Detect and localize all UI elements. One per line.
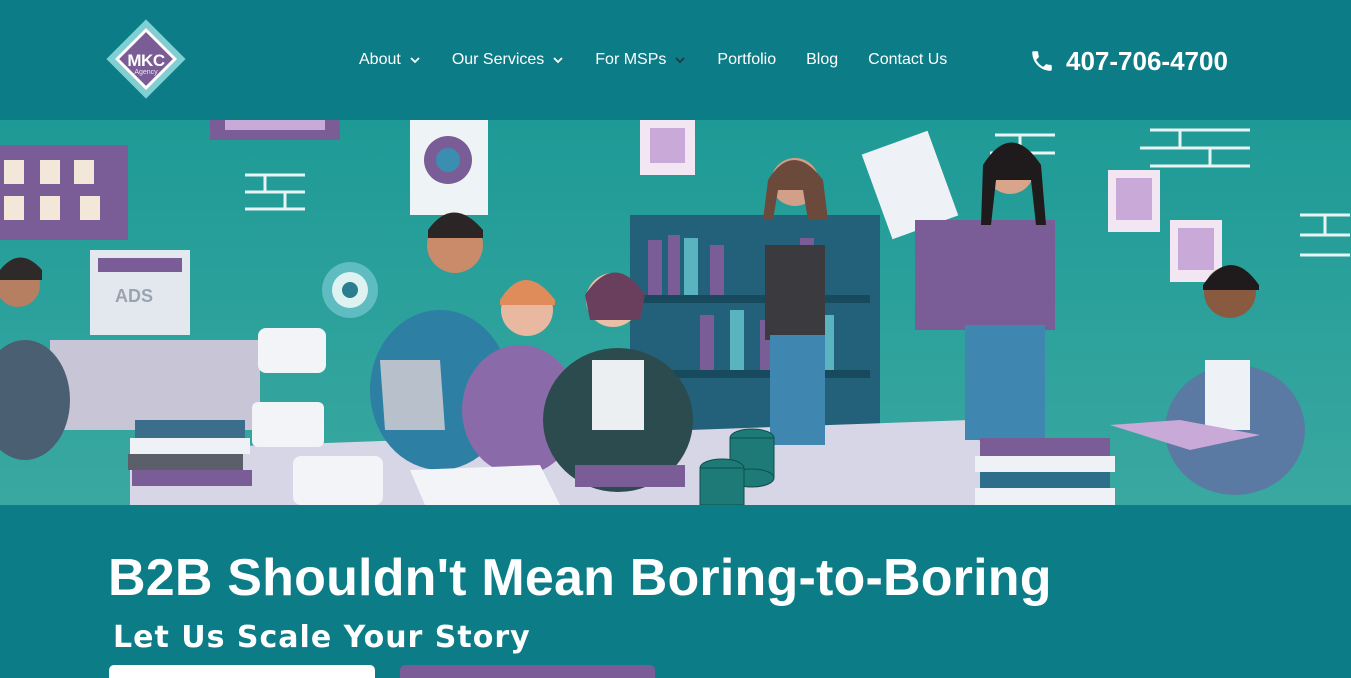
- chevron-down-icon: [673, 53, 687, 67]
- site-header: MKC Agency About Our Services For MSPs P…: [0, 0, 1351, 120]
- nav-item-blog[interactable]: Blog: [806, 51, 838, 69]
- office-team-illustration: ADS: [0, 120, 1351, 505]
- nav-item-about[interactable]: About: [359, 51, 422, 69]
- logo-text: MKC: [127, 51, 165, 70]
- chevron-down-icon: [551, 53, 565, 67]
- nav-item-label: Blog: [806, 51, 839, 68]
- nav-item-label: About: [359, 51, 401, 68]
- nav-item-contact-us[interactable]: Contact Us: [868, 51, 947, 69]
- logo-subtext: Agency: [134, 69, 158, 76]
- phone-link[interactable]: 407-706-4700: [1029, 44, 1228, 78]
- hero-illustration: ADS: [0, 120, 1351, 505]
- secondary-cta-button[interactable]: [400, 665, 655, 678]
- ads-screen-text: ADS: [115, 286, 153, 306]
- nav-item-label: Our Services: [451, 51, 545, 68]
- nav-item-our-services[interactable]: Our Services: [452, 51, 565, 69]
- nav-item-for-msps[interactable]: For MSPs: [595, 51, 687, 69]
- phone-icon: [1032, 51, 1052, 71]
- phone-number: 407-706-4700: [1066, 45, 1228, 76]
- nav-item-portfolio[interactable]: Portfolio: [717, 51, 776, 69]
- main-nav: About Our Services For MSPs Portfolio Bl…: [359, 48, 977, 72]
- nav-item-label: For MSPs: [595, 51, 667, 68]
- nav-item-label: Contact Us: [868, 51, 948, 68]
- hero-subheadline: Let Us Scale Your Story: [113, 620, 531, 655]
- hero-headline: B2B Shouldn't Mean Boring-to-Boring: [108, 549, 1052, 607]
- brand-logo[interactable]: MKC Agency: [106, 12, 186, 108]
- nav-item-label: Portfolio: [717, 51, 777, 68]
- chevron-down-icon: [408, 53, 422, 67]
- primary-cta-button[interactable]: [109, 665, 375, 678]
